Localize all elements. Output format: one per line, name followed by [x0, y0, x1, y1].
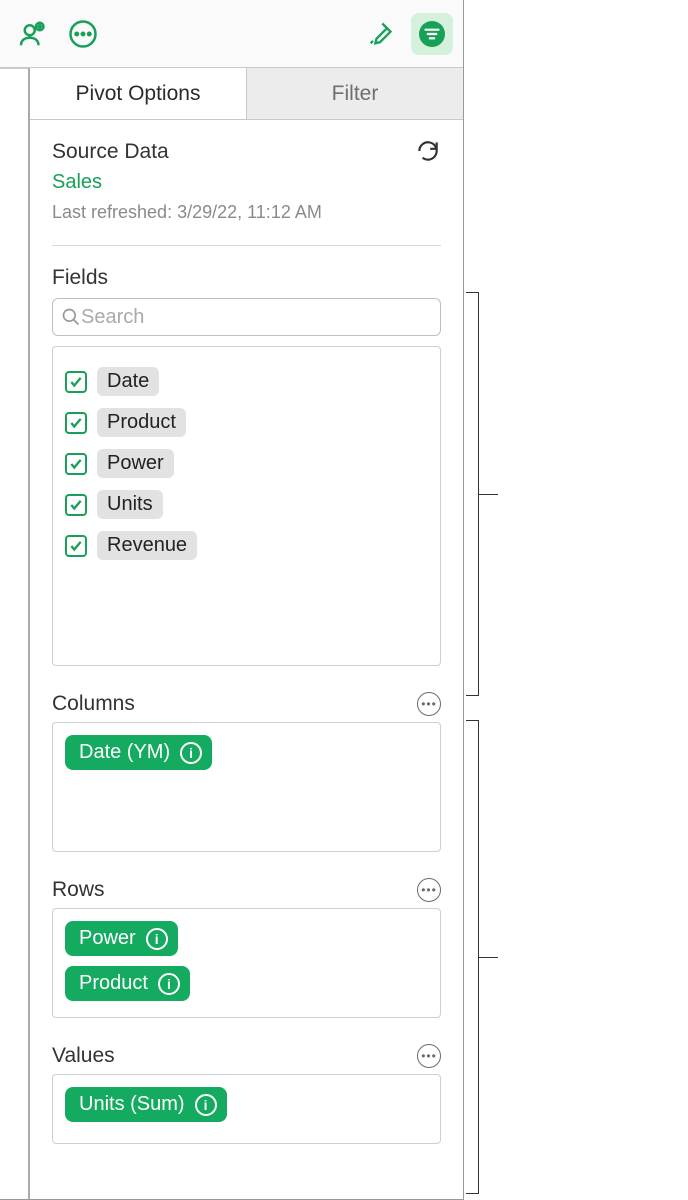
- field-row: Date: [65, 361, 428, 402]
- field-chip[interactable]: Power: [97, 449, 174, 478]
- source-data-heading: Source Data: [52, 140, 169, 164]
- collaborate-button[interactable]: [10, 13, 52, 55]
- pill-label: Units (Sum): [79, 1093, 185, 1116]
- refresh-button[interactable]: [415, 138, 441, 169]
- toolbar: [0, 0, 463, 68]
- annotation-bracket-fields: [478, 292, 479, 696]
- info-icon[interactable]: i: [158, 973, 180, 995]
- rows-pill[interactable]: Product i: [65, 966, 190, 1001]
- columns-pill[interactable]: Date (YM) i: [65, 735, 212, 770]
- sidebar-container: Pivot Options Filter Source Data Sales L…: [0, 68, 463, 1199]
- fields-list: Date Product Power Units Revenue: [52, 346, 441, 666]
- pill-label: Product: [79, 972, 148, 995]
- rows-options-button[interactable]: •••: [417, 878, 441, 902]
- info-icon[interactable]: i: [146, 928, 168, 950]
- field-row: Product: [65, 402, 428, 443]
- field-chip[interactable]: Revenue: [97, 531, 197, 560]
- divider: [52, 245, 441, 246]
- rows-heading: Rows: [52, 878, 105, 902]
- values-dropzone[interactable]: Units (Sum) i: [52, 1074, 441, 1144]
- rows-dropzone[interactable]: PoweriProducti: [52, 908, 441, 1018]
- field-chip[interactable]: Date: [97, 367, 159, 396]
- columns-options-button[interactable]: •••: [417, 692, 441, 716]
- format-paintbrush-button[interactable]: [359, 13, 401, 55]
- fields-heading: Fields: [52, 266, 441, 290]
- annotation-bracket-areas: [478, 720, 479, 1194]
- rows-pill[interactable]: Poweri: [65, 921, 178, 956]
- values-pill[interactable]: Units (Sum) i: [65, 1087, 227, 1122]
- sheet-sliver: [0, 68, 30, 1199]
- columns-dropzone[interactable]: Date (YM) i: [52, 722, 441, 852]
- panel-body: Source Data Sales Last refreshed: 3/29/2…: [30, 120, 463, 1199]
- pill-label: Power: [79, 927, 136, 950]
- pill-label: Date (YM): [79, 741, 170, 764]
- field-row: Revenue: [65, 525, 428, 566]
- tab-filter[interactable]: Filter: [247, 68, 463, 119]
- panel-tabs: Pivot Options Filter: [30, 68, 463, 120]
- more-menu-button[interactable]: [62, 13, 104, 55]
- field-checkbox[interactable]: [65, 494, 87, 516]
- field-checkbox[interactable]: [65, 371, 87, 393]
- values-options-button[interactable]: •••: [417, 1044, 441, 1068]
- field-checkbox[interactable]: [65, 412, 87, 434]
- field-checkbox[interactable]: [65, 535, 87, 557]
- organize-button[interactable]: [411, 13, 453, 55]
- field-row: Units: [65, 484, 428, 525]
- source-table-link[interactable]: Sales: [52, 171, 441, 194]
- fields-search[interactable]: [52, 298, 441, 336]
- tab-pivot-options[interactable]: Pivot Options: [30, 68, 247, 119]
- columns-heading: Columns: [52, 692, 135, 716]
- field-chip[interactable]: Product: [97, 408, 186, 437]
- values-heading: Values: [52, 1044, 115, 1068]
- search-icon: [61, 307, 81, 327]
- field-chip[interactable]: Units: [97, 490, 163, 519]
- inspector-panel: Pivot Options Filter Source Data Sales L…: [30, 68, 463, 1199]
- field-checkbox[interactable]: [65, 453, 87, 475]
- info-icon[interactable]: i: [180, 742, 202, 764]
- last-refreshed-text: Last refreshed: 3/29/22, 11:12 AM: [52, 202, 441, 223]
- info-icon[interactable]: i: [195, 1094, 217, 1116]
- fields-search-input[interactable]: [81, 306, 432, 329]
- pivot-panel-app: Pivot Options Filter Source Data Sales L…: [0, 0, 464, 1200]
- field-row: Power: [65, 443, 428, 484]
